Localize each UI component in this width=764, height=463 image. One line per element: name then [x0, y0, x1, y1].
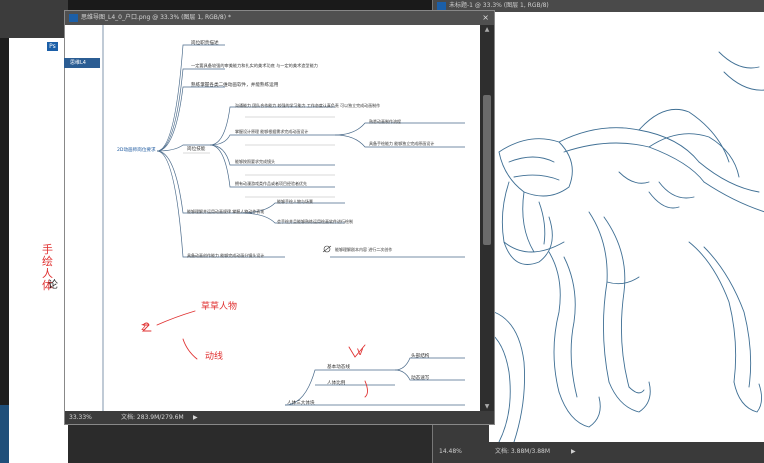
mindmap-node[interactable]: 人体三大体块 [287, 401, 315, 406]
mindmap-canvas[interactable]: 2D动画师岗位要求 岗位职责描述 一定要具备较强的审美能力和扎实的美术功底 与一… [65, 25, 480, 411]
mindmap-node[interactable]: 能够理解剧本内容 进行二次创作 [335, 247, 392, 252]
tools-edge [0, 38, 9, 463]
annotation-check: V [357, 348, 364, 358]
ps-icon [437, 2, 446, 10]
annotation-number: 2 [141, 323, 147, 332]
main-status-arrow[interactable]: ▶ [193, 411, 198, 424]
scroll-up-icon[interactable]: ▲ [482, 26, 492, 33]
mindmap-node[interactable]: 头部结构 [411, 354, 429, 359]
annotation-note: 动线 [205, 352, 224, 362]
ps-icon[interactable]: Ps [47, 42, 58, 51]
mindmap-node[interactable]: 拥有动漫游戏类作品或者项目经验者优先 [235, 181, 307, 186]
mindmap-node[interactable]: 沟通能力 团队合作能力 较强的学习能力 工作态度认真负责 可以独立完成动画制作 [235, 103, 380, 108]
lower-left-char: 论 [48, 280, 58, 291]
ps-icon [69, 14, 78, 22]
right-doc-size: 文档: 3.88M/3.88M [495, 448, 551, 455]
mindmap-node[interactable]: 动态速写 [411, 376, 429, 381]
left-workspace: Ps [0, 0, 68, 463]
scrollbar-thumb[interactable] [483, 95, 491, 245]
main-document-window[interactable]: 思维导图_L4_0_户口.png @ 33.3% (图层 1, RGB/8) *… [64, 10, 495, 425]
mindmap-node[interactable]: 熟悉动画制作流程 [369, 119, 401, 124]
figure-sketch [489, 51, 764, 442]
close-icon[interactable]: × [482, 11, 489, 25]
mindmap-node[interactable]: 一定要具备较强的审美能力和扎实的美术功底 与一定的美术造型能力 [191, 63, 318, 68]
mindmap-node[interactable]: 能够理解并运用动画规律 掌握人物动作表现 [187, 209, 264, 214]
mindmap-node[interactable]: 掌握设计原理 能够根据需求完成动画设计 [235, 129, 308, 134]
layer-label: 思维L4 [64, 58, 100, 68]
mindmap-node[interactable]: 具备动画创作能力 能够完成动画分镜头设计 [187, 253, 264, 258]
mindmap-node[interactable]: 人体比例 [327, 381, 345, 386]
taskbar-edge [0, 405, 9, 463]
right-zoom-readout[interactable]: 14.48% [439, 446, 462, 458]
scroll-down-icon[interactable]: ▼ [482, 403, 492, 410]
mindmap-node[interactable]: 具备手绘能力 能够独立完成原画设计 [369, 141, 434, 146]
right-window-status-bar: 14.48% 文档: 3.88M/3.88M ▶ [433, 442, 764, 463]
annotation-note: 草草人物 [201, 302, 238, 312]
main-zoom-readout[interactable]: 33.33% [69, 411, 92, 424]
main-doc-size: 文档: 283.9M/279.6M [121, 414, 184, 421]
mindmap-node[interactable]: 熟练掌握各类二维动画软件，并能熟练运用 [191, 83, 278, 88]
vertical-scrollbar[interactable]: ▲ ▼ [480, 25, 494, 411]
mindmap-node[interactable]: 岗位技能 [187, 147, 205, 152]
main-status-bar: 33.33% 文档: 283.9M/279.6M ▶ [65, 411, 494, 424]
main-window-title[interactable]: 思维导图_L4_0_户口.png @ 33.3% (图层 1, RGB/8) *… [65, 11, 494, 25]
mindmap-node[interactable]: 岗位职责描述 [191, 41, 219, 46]
background-document [0, 38, 68, 463]
main-window-title-text: 思维导图_L4_0_户口.png @ 33.3% (图层 1, RGB/8) * [81, 14, 231, 21]
mindmap-node[interactable]: 基本动态线 [327, 365, 350, 370]
mindmap-node[interactable]: 能够按照要求完成镜头 [235, 159, 275, 164]
mindmap-node[interactable]: 会手绘并且能够熟练运用绘画软件进行绘制 [277, 219, 353, 224]
right-window-title-text: 未标题-1 @ 33.3% (图层 1, RGB/8) [449, 2, 549, 9]
mindmap-node[interactable]: 能够手绘人物与场景 [277, 199, 313, 204]
mindmap-root[interactable]: 2D动画师岗位要求 [117, 148, 156, 153]
right-status-arrow[interactable]: ▶ [571, 446, 576, 458]
